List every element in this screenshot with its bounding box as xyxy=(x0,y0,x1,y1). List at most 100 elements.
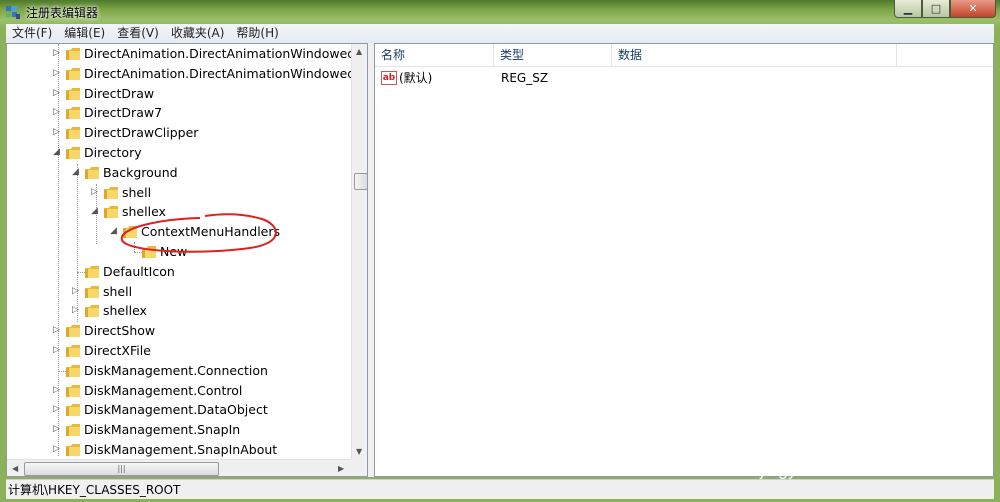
folder-icon xyxy=(85,305,99,318)
tree-item-label: DiskManagement.DataObject xyxy=(84,402,268,418)
tree-item-label: DefaultIcon xyxy=(103,263,175,279)
tree-item[interactable]: ▷ DirectDrawClipper xyxy=(7,123,351,143)
menu-file[interactable]: 文件(F) xyxy=(6,24,58,43)
tree-item[interactable]: ▷ DirectXFile xyxy=(7,341,351,361)
tree-item[interactable]: ▷ DiskManagement.SnapInAbout xyxy=(7,440,351,460)
tree-horizontal-scrollbar[interactable]: ◀ ||| ▶ xyxy=(7,459,351,476)
expand-arrow-icon[interactable]: ▷ xyxy=(53,425,62,434)
caption-buttons: ▁ □ ✕ xyxy=(894,0,996,19)
folder-icon xyxy=(66,384,80,397)
string-value-icon: ab xyxy=(381,71,397,85)
expand-arrow-icon[interactable]: ▷ xyxy=(53,108,62,117)
expand-arrow-icon[interactable]: ▷ xyxy=(53,326,62,335)
tree-item[interactable]: ▷ DirectShow xyxy=(7,321,351,341)
tree-item-label: Directory xyxy=(84,145,142,160)
scroll-down-arrow-icon[interactable]: ▼ xyxy=(356,447,362,456)
tree-item-label: DirectAnimation.DirectAnimationWindowedI… xyxy=(84,65,368,81)
tree-item-label: DiskManagement.SnapIn xyxy=(84,422,241,438)
folder-icon xyxy=(66,364,80,377)
list-header: 名称 类型 数据 xyxy=(375,44,993,67)
tree-item-label: shell xyxy=(122,184,152,200)
tree-item[interactable]: ◢ shellex xyxy=(7,202,351,222)
tree-item-label: DiskManagement.Connection xyxy=(84,362,268,378)
tree-item[interactable]: ◢ ContextMenuHandlers xyxy=(7,222,351,242)
maximize-button[interactable]: □ xyxy=(922,0,950,18)
title-bar[interactable]: 注册表编辑器 ▁ □ ✕ xyxy=(0,0,1000,24)
window-title: 注册表编辑器 xyxy=(26,6,99,20)
column-header-type[interactable]: 类型 xyxy=(494,44,612,66)
column-header-name[interactable]: 名称 xyxy=(375,44,494,66)
collapse-arrow-icon[interactable]: ◢ xyxy=(53,148,62,157)
tree-item[interactable]: New xyxy=(7,242,351,262)
close-button[interactable]: ✕ xyxy=(950,0,996,18)
folder-icon xyxy=(66,48,80,60)
registry-editor-window: 注册表编辑器 ▁ □ ✕ 文件(F) 编辑(E) 查看(V) 收藏夹(A) 帮助… xyxy=(0,0,1000,502)
tree-item-label: DiskManagement.Control xyxy=(84,382,243,398)
tree-item[interactable]: ▷ DiskManagement.SnapIn xyxy=(7,420,351,440)
tree-item[interactable]: ▷ shellex xyxy=(7,301,351,321)
tree-item[interactable]: ▷ shell xyxy=(7,282,351,302)
folder-icon xyxy=(66,107,80,120)
folder-icon xyxy=(66,345,80,357)
expand-arrow-icon[interactable]: ▷ xyxy=(53,128,62,137)
value-row[interactable]: ab (默认) REG_SZ xyxy=(375,68,993,88)
expand-arrow-icon[interactable]: ▷ xyxy=(53,405,62,414)
registry-value-list[interactable]: 名称 类型 数据 ab (默认) REG_SZ xyxy=(374,43,994,477)
expand-arrow-icon[interactable]: ▷ xyxy=(91,187,100,197)
tree-item[interactable]: ◢ Directory xyxy=(7,143,351,163)
folder-icon xyxy=(85,166,99,179)
tree-item[interactable]: ▷ shell xyxy=(7,183,351,203)
tree-vertical-scrollbar[interactable]: ▲ ▼ xyxy=(351,44,367,459)
scroll-right-arrow-icon[interactable]: ▶ xyxy=(338,464,344,473)
tree-item-label: shellex xyxy=(122,204,166,220)
collapse-arrow-icon[interactable]: ◢ xyxy=(110,227,119,236)
tree-item-label: DirectDrawClipper xyxy=(84,125,199,141)
tree-item-label: DirectShow xyxy=(84,323,156,339)
expand-arrow-icon[interactable]: ▷ xyxy=(53,68,62,78)
folder-icon xyxy=(66,67,80,80)
tree-item[interactable]: ◢ Background xyxy=(7,163,351,183)
registry-editor-icon xyxy=(6,6,20,19)
folder-icon xyxy=(104,186,118,199)
tree-item[interactable]: ▷ DirectAnimation.DirectAnimationWindowed… xyxy=(7,44,367,64)
tree-item[interactable]: DefaultIcon xyxy=(7,262,351,282)
column-header-data[interactable]: 数据 xyxy=(612,44,897,66)
menu-help[interactable]: 帮助(H) xyxy=(230,24,284,43)
registry-key-tree[interactable]: ▷ DirectAnimation.DirectAnimationWindowed… xyxy=(6,43,368,477)
tree-item[interactable]: ▷ DiskManagement.DataObject xyxy=(7,400,351,420)
expand-arrow-icon[interactable]: ▷ xyxy=(53,385,62,395)
tree-item[interactable]: ▷ DirectAnimation.DirectAnimationWindowed… xyxy=(7,64,367,84)
tree-item-label: Background xyxy=(103,164,178,180)
expand-arrow-icon[interactable]: ▷ xyxy=(53,88,62,98)
menu-favorites[interactable]: 收藏夹(A) xyxy=(165,24,231,43)
scroll-thumb[interactable]: ||| xyxy=(24,462,219,476)
tree-item[interactable]: DiskManagement.Connection xyxy=(7,361,351,381)
tree-item-label: DirectXFile xyxy=(84,343,151,358)
scroll-thumb[interactable] xyxy=(354,173,367,190)
expand-arrow-icon[interactable]: ▷ xyxy=(53,49,62,58)
tree-item[interactable]: ▷ DirectDraw7 xyxy=(7,103,351,123)
tree-item-label: DirectDraw xyxy=(84,85,155,101)
scroll-corner xyxy=(351,459,367,476)
folder-icon xyxy=(66,147,80,159)
scroll-up-arrow-icon[interactable]: ▲ xyxy=(356,47,362,56)
tree-item[interactable]: ▷ DiskManagement.Control xyxy=(7,381,351,401)
status-path: 计算机\HKEY_CLASSES_ROOT xyxy=(8,483,181,497)
folder-icon xyxy=(85,265,99,278)
tree-item-label: New xyxy=(160,244,188,259)
tree-item-label: shellex xyxy=(103,303,147,319)
expand-arrow-icon[interactable]: ▷ xyxy=(72,286,81,296)
collapse-arrow-icon[interactable]: ◢ xyxy=(72,167,81,177)
menu-edit[interactable]: 编辑(E) xyxy=(58,24,111,43)
expand-arrow-icon[interactable]: ▷ xyxy=(53,346,62,355)
menu-view[interactable]: 查看(V) xyxy=(111,24,165,43)
tree-item[interactable]: ▷ DirectDraw xyxy=(7,84,351,104)
value-name: (默认) xyxy=(399,71,433,85)
scroll-left-arrow-icon[interactable]: ◀ xyxy=(12,464,18,473)
expand-arrow-icon[interactable]: ▷ xyxy=(53,445,62,454)
expand-arrow-icon[interactable]: ▷ xyxy=(72,306,81,315)
collapse-arrow-icon[interactable]: ◢ xyxy=(91,207,100,216)
tree-item-label: DirectAnimation.DirectAnimationWindowedI… xyxy=(84,46,368,61)
minimize-button[interactable]: ▁ xyxy=(894,0,922,18)
tree-item-label: DirectDraw7 xyxy=(84,105,163,121)
